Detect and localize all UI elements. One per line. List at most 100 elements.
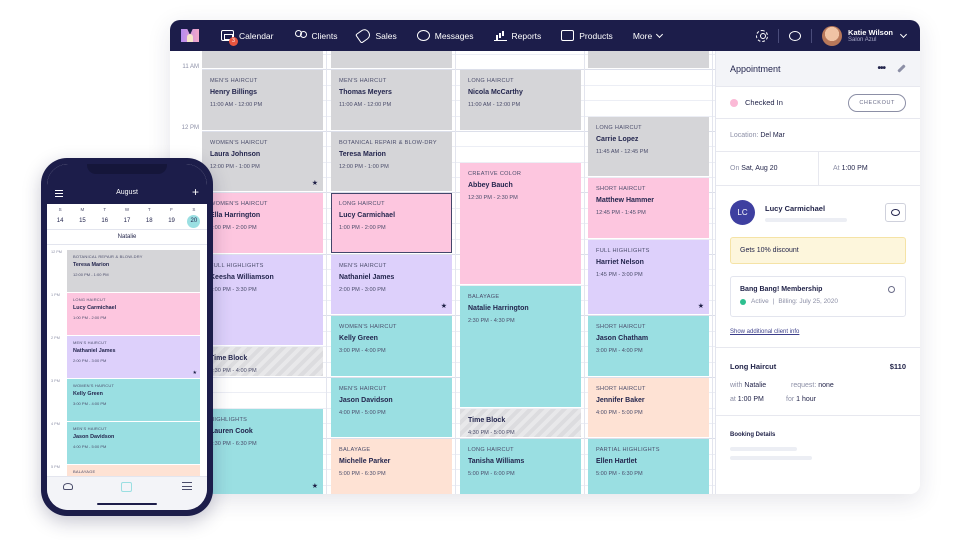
chat-icon[interactable] [789, 30, 802, 41]
star-icon: ★ [440, 303, 447, 311]
client-name[interactable]: Lucy Carmichael [765, 204, 885, 213]
appointment-time: 12:00 PM - 1:00 PM [339, 163, 389, 170]
time-field[interactable]: At 1:00 PM [819, 165, 868, 172]
brand-logo[interactable] [181, 29, 199, 42]
service-name: Botanical Repair & Blow-Dry [339, 139, 437, 146]
appointment-card[interactable]: Full Highlights Harriet Nelson 1:45 PM - 3… [588, 239, 709, 315]
service-name: Men's Haircut [73, 426, 107, 431]
checkout-button[interactable]: CHECKOUT [848, 93, 906, 112]
location-row[interactable]: Location: Del Mar [716, 119, 920, 152]
calendar-icon[interactable] [121, 482, 132, 492]
nav-reports[interactable]: Reports [493, 30, 541, 41]
status-row: Checked In CHECKOUT [716, 87, 920, 119]
appointment-card[interactable]: Creative Color Abbey Bauch 12:30 PM - 2:30… [460, 162, 581, 284]
nav-messages[interactable]: Messages [416, 30, 474, 41]
day-16[interactable]: T 16 [96, 204, 114, 229]
clients-icon[interactable] [63, 483, 73, 490]
nav-products[interactable]: Products [561, 30, 613, 41]
service-name: Long Haircut [339, 201, 385, 208]
appointment-block[interactable] [588, 51, 709, 69]
edit-icon[interactable] [897, 64, 906, 73]
service-name: Women's Haircut [210, 139, 268, 146]
appointment-card[interactable]: Women's Haircut Ella Harrington 1:00 PM - … [202, 193, 323, 253]
appointment-card[interactable]: Short Haircut Jason Chatham 3:00 PM - 4:00… [588, 316, 709, 376]
appointment-card[interactable]: Time Block 3:30 PM - 4:00 PM [202, 347, 323, 376]
date-number: 18 [145, 218, 153, 224]
add-icon[interactable]: + [192, 185, 199, 199]
membership-name: Bang Bang! Membership [740, 286, 823, 293]
client-name: Kelly Green [339, 335, 378, 343]
appointment-time: 3:00 PM - 4:00 PM [339, 348, 386, 355]
appointment-card[interactable]: Women's Haircut Kelly Green 3:00 PM - 4:00… [67, 379, 200, 421]
appointment-card[interactable]: Men's Haircut Thomas Meyers 11:00 AM - 12:… [331, 70, 452, 130]
service-name: Long Haircut [730, 362, 777, 371]
status-label: Checked In [745, 98, 783, 107]
placeholder-bar [730, 447, 797, 451]
star-icon: ★ [311, 482, 318, 490]
day-18[interactable]: T 18 [140, 204, 158, 229]
appointment-card[interactable]: Partial Highlights Ellen Hartlet 5:00 PM -… [588, 439, 709, 494]
client-name: Natalie Harrington [468, 304, 529, 312]
day-15[interactable]: M 15 [73, 204, 91, 229]
appointment-card[interactable]: Botanical Repair & Blow-Dry Teresa Marion… [67, 250, 200, 292]
at-label: At [833, 165, 840, 172]
gear-icon[interactable] [756, 29, 769, 42]
appointment-card[interactable]: Full Highlights Keesha Williamson 2:00 PM … [202, 254, 323, 346]
appointment-card[interactable]: Men's Haircut Jason Davidson 4:00 PM - 5:0… [67, 422, 200, 464]
day-14[interactable]: S 14 [51, 204, 69, 229]
nav-label: Messages [434, 30, 474, 41]
time-label: 1 PM [51, 293, 60, 297]
client-name: Michelle Parker [339, 458, 391, 466]
appointment-card[interactable]: Time Block 4:30 PM - 5:00 PM [460, 408, 581, 438]
nav-clients[interactable]: Clients [294, 30, 337, 41]
user-menu[interactable]: Katie Wilson Salon Azul [848, 28, 893, 43]
appointment-card[interactable]: Highlights Lauren Cook 4:30 PM - 6:30 PM ★ [202, 408, 323, 494]
client-name: Nicola McCarthy [468, 89, 523, 97]
appointment-card[interactable]: Men's Haircut Henry Billings 11:00 AM - 12… [202, 70, 323, 130]
staff-name[interactable]: Natalie [47, 230, 207, 245]
appointment-card[interactable]: Women's Haircut Laura Johnson 12:00 PM - 1… [202, 131, 323, 192]
appointment-card[interactable]: Balayage Michelle Parker 5:00 PM - 6:30 PM [331, 439, 452, 494]
appointment-time: 5:00 PM - 6:30 PM [596, 471, 643, 478]
show-client-info-link[interactable]: Show additional client info [730, 329, 906, 335]
appointment-card[interactable]: Balayage Natalie Harrington 2:30 PM - 4:30… [460, 285, 581, 407]
appointment-card[interactable]: Botanical Repair & Blow-Dry Teresa Marion… [331, 131, 452, 192]
day-20[interactable]: S 20 [185, 204, 203, 229]
date-field[interactable]: On Sat, Aug 20 [716, 151, 819, 186]
clients-icon [294, 30, 307, 41]
weekday-label: F [170, 207, 173, 212]
message-icon [416, 30, 430, 41]
appointment-card[interactable]: Women's Haircut Kelly Green 3:00 PM - 4:00… [331, 316, 452, 376]
nav-sales[interactable]: Sales [355, 27, 397, 44]
nav-more[interactable]: More [633, 30, 664, 41]
service-name: Short Haircut [596, 186, 646, 193]
day-19[interactable]: F 19 [163, 204, 181, 229]
appointment-card[interactable]: Men's Haircut Nathaniel James 2:00 PM - 3:… [67, 336, 200, 378]
service-name: Long Haircut [468, 447, 514, 454]
appointment-card[interactable]: Long Haircut Tanisha Williams 5:00 PM - 6:… [460, 439, 581, 494]
message-client-button[interactable] [885, 203, 906, 222]
appointment-block[interactable] [202, 51, 323, 69]
appointment-time: 1:00 PM - 2:00 PM [73, 315, 107, 320]
star-icon: ★ [192, 370, 197, 376]
appointment-block[interactable] [331, 51, 452, 69]
appointment-time: 12:00 PM - 1:00 PM [210, 163, 260, 170]
menu-icon[interactable] [182, 482, 192, 490]
appointment-card[interactable]: Short Haircut Jennifer Baker 4:00 PM - 5:0… [588, 377, 709, 438]
membership-billing: Billing: July 25, 2020 [778, 298, 839, 305]
chevron-down-icon[interactable] [899, 30, 908, 38]
appointment-card[interactable]: Short Haircut Matthew Hammer 12:45 PM - 1:… [588, 178, 709, 238]
user-avatar[interactable] [822, 25, 843, 46]
appointment-card[interactable]: Men's Haircut Nathaniel James 2:00 PM - 3:… [331, 254, 452, 315]
day-17[interactable]: W 17 [118, 204, 136, 229]
nav-calendar[interactable]: 3 Calendar [221, 30, 274, 46]
client-name: Jason Chatham [596, 335, 649, 343]
appointment-card[interactable]: Long Haircut Nicola McCarthy 11:00 AM - 12… [460, 70, 581, 130]
appointment-card[interactable]: Long Haircut Lucy Carmichael 1:00 PM - 2:0… [67, 293, 200, 335]
appointment-card[interactable]: Long Haircut Lucy Carmichael 1:00 PM - 2:0… [331, 193, 452, 253]
appointment-card[interactable]: Men's Haircut Jason Davidson 4:00 PM - 5:0… [331, 377, 452, 438]
appointment-card[interactable]: Long Haircut Carrie Lopez 11:45 AM - 12:45… [588, 116, 709, 177]
more-options-icon[interactable]: ••• [877, 63, 885, 74]
desktop-app-window: 3 Calendar Clients Sales Messages Report… [170, 20, 920, 494]
client-avatar[interactable]: LC [730, 200, 755, 225]
